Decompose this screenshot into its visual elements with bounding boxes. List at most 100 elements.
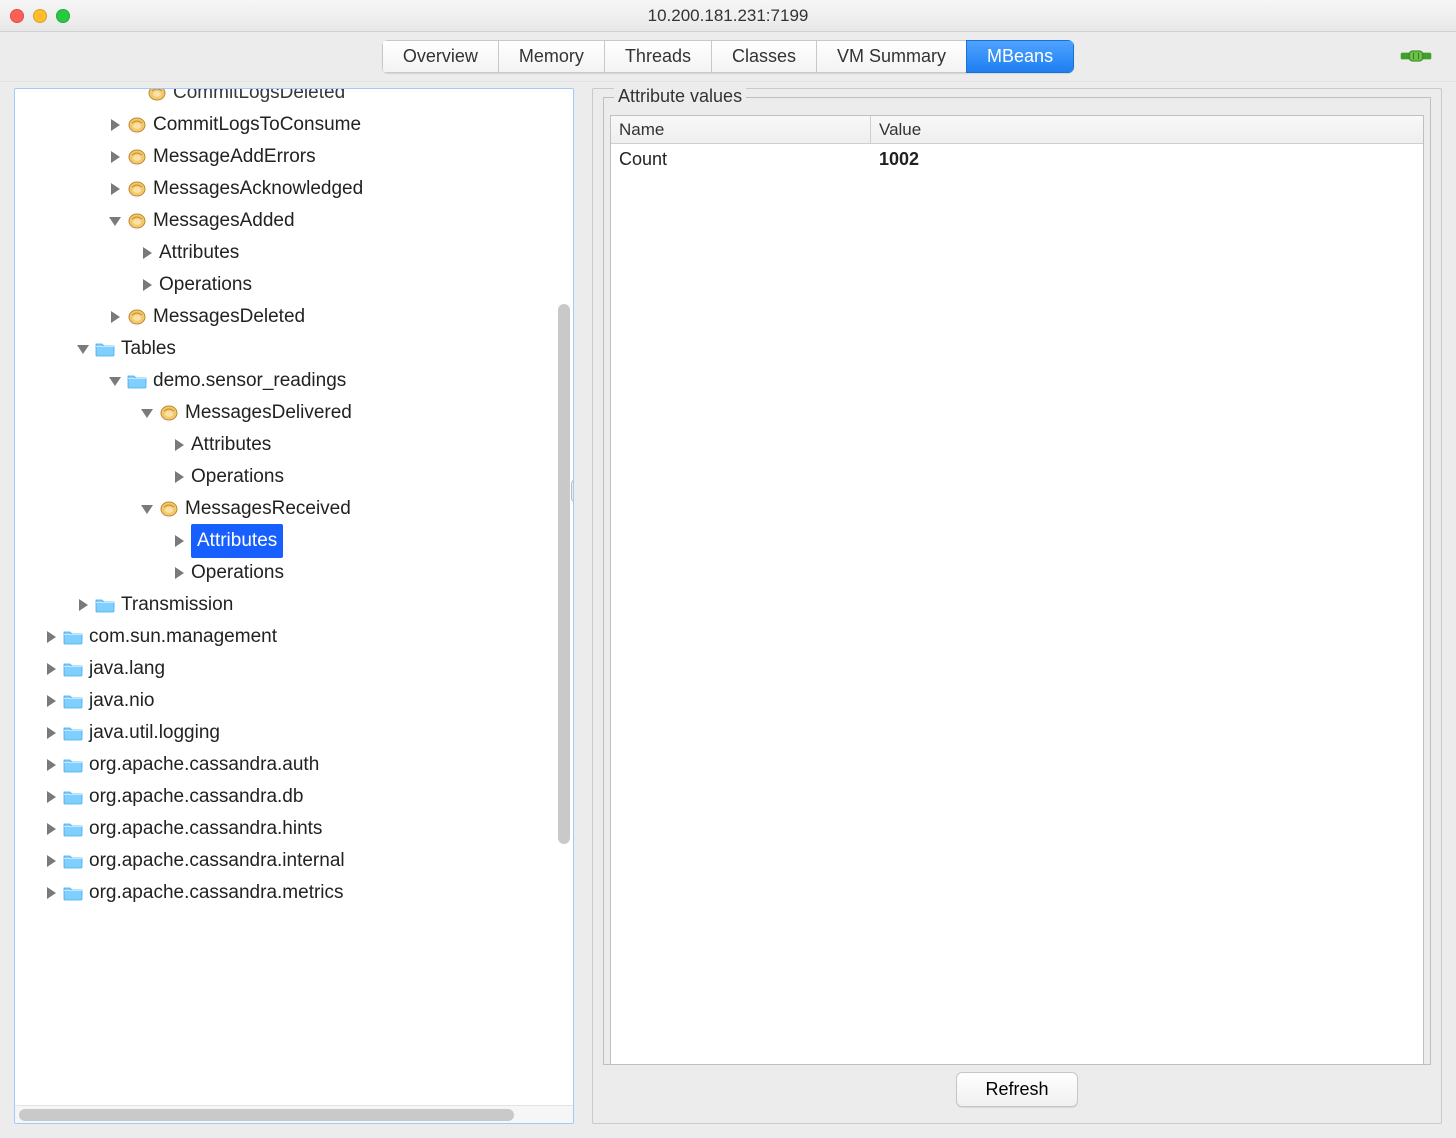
disclosure-right-icon[interactable] <box>43 725 59 741</box>
tree-node-label: MessagesDeleted <box>153 301 305 333</box>
attribute-values-fieldset: Attribute values Name Value Count1002 <box>603 97 1431 1065</box>
tree-node[interactable]: Attributes <box>15 429 573 461</box>
column-header-value[interactable]: Value <box>871 120 1423 140</box>
tab-vm-summary[interactable]: VM Summary <box>816 40 966 73</box>
tree-node[interactable]: MessagesAdded <box>15 205 573 237</box>
attribute-table-body: Count1002 <box>611 144 1423 174</box>
disclosure-down-icon[interactable] <box>139 405 155 421</box>
connection-status-icon[interactable] <box>1398 42 1434 70</box>
disclosure-right-icon[interactable] <box>43 661 59 677</box>
tab-classes[interactable]: Classes <box>711 40 816 73</box>
tree-node[interactable]: Transmission <box>15 589 573 621</box>
folder-icon <box>63 852 83 870</box>
disclosure-right-icon[interactable] <box>43 821 59 837</box>
folder-icon <box>63 884 83 902</box>
tree-node-label: java.lang <box>89 653 165 685</box>
disclosure-right-icon[interactable] <box>171 533 187 549</box>
disclosure-right-icon[interactable] <box>43 693 59 709</box>
close-window-icon[interactable] <box>10 9 24 23</box>
tree-node[interactable]: demo.sensor_readings <box>15 365 573 397</box>
column-header-name[interactable]: Name <box>611 116 871 143</box>
tree-node[interactable]: org.apache.cassandra.db <box>15 781 573 813</box>
disclosure-right-icon[interactable] <box>43 853 59 869</box>
disclosure-right-icon[interactable] <box>107 117 123 133</box>
split-divider-handle-icon[interactable] <box>571 479 573 503</box>
tab-bar: OverviewMemoryThreadsClassesVM SummaryMB… <box>0 32 1456 82</box>
disclosure-right-icon[interactable] <box>43 629 59 645</box>
tree-node[interactable]: java.lang <box>15 653 573 685</box>
tree-node[interactable]: org.apache.cassandra.auth <box>15 749 573 781</box>
tree-node[interactable]: MessagesDelivered <box>15 397 573 429</box>
tree-node-label: Attributes <box>159 237 239 269</box>
attribute-values-legend: Attribute values <box>614 86 746 107</box>
tree-scroll-area[interactable]: CommitLogsDeletedCommitLogsToConsumeMess… <box>15 89 573 1105</box>
attr-name-cell: Count <box>611 149 871 170</box>
disclosure-right-icon[interactable] <box>139 245 155 261</box>
tab-threads[interactable]: Threads <box>604 40 711 73</box>
tab-overview[interactable]: Overview <box>382 40 498 73</box>
tree-node-label: java.nio <box>89 685 155 717</box>
tree-node-label: MessagesAcknowledged <box>153 173 363 205</box>
tree-node[interactable]: Operations <box>15 461 573 493</box>
refresh-button[interactable]: Refresh <box>956 1072 1077 1107</box>
tree-node[interactable]: org.apache.cassandra.metrics <box>15 877 573 909</box>
tab-memory[interactable]: Memory <box>498 40 604 73</box>
tree-node[interactable]: MessagesAcknowledged <box>15 173 573 205</box>
minimize-window-icon[interactable] <box>33 9 47 23</box>
table-row[interactable]: Count1002 <box>611 144 1423 174</box>
tab-mbeans[interactable]: MBeans <box>966 40 1074 73</box>
tree-node[interactable]: CommitLogsToConsume <box>15 109 573 141</box>
refresh-row: Refresh <box>603 1065 1431 1113</box>
disclosure-down-icon[interactable] <box>75 341 91 357</box>
tree-node[interactable]: Operations <box>15 269 573 301</box>
tree-node[interactable]: com.sun.management <box>15 621 573 653</box>
horizontal-scrollbar-thumb[interactable] <box>19 1109 514 1121</box>
tree-node-label: Tables <box>121 333 176 365</box>
disclosure-down-icon[interactable] <box>107 373 123 389</box>
tree-node[interactable]: java.util.logging <box>15 717 573 749</box>
window-title: 10.200.181.231:7199 <box>0 6 1456 26</box>
tree-node[interactable]: java.nio <box>15 685 573 717</box>
tree-node[interactable]: Operations <box>15 557 573 589</box>
tree-node[interactable]: Attributes <box>15 237 573 269</box>
tree-node[interactable]: org.apache.cassandra.hints <box>15 813 573 845</box>
tab-group: OverviewMemoryThreadsClassesVM SummaryMB… <box>382 40 1074 73</box>
zoom-window-icon[interactable] <box>56 9 70 23</box>
tree-node-label: MessagesDelivered <box>185 397 352 429</box>
mbean-tree-panel: CommitLogsDeletedCommitLogsToConsumeMess… <box>14 88 574 1124</box>
disclosure-none <box>127 89 143 101</box>
disclosure-right-icon[interactable] <box>107 181 123 197</box>
disclosure-right-icon[interactable] <box>139 277 155 293</box>
disclosure-right-icon[interactable] <box>43 885 59 901</box>
mbean-icon <box>159 404 179 422</box>
folder-icon <box>63 788 83 806</box>
tree-node[interactable]: MessageAddErrors <box>15 141 573 173</box>
horizontal-scrollbar-track[interactable] <box>15 1105 573 1123</box>
disclosure-down-icon[interactable] <box>139 501 155 517</box>
disclosure-down-icon[interactable] <box>107 213 123 229</box>
tree-node-label: CommitLogsDeleted <box>173 89 345 109</box>
tree-node[interactable]: Attributes <box>15 525 573 557</box>
mbean-icon <box>127 116 147 134</box>
disclosure-right-icon[interactable] <box>43 789 59 805</box>
disclosure-right-icon[interactable] <box>43 757 59 773</box>
disclosure-right-icon[interactable] <box>171 565 187 581</box>
tree-node[interactable]: Tables <box>15 333 573 365</box>
disclosure-right-icon[interactable] <box>107 149 123 165</box>
tree-node[interactable]: org.apache.cassandra.internal <box>15 845 573 877</box>
tree-node-label: MessageAddErrors <box>153 141 316 173</box>
disclosure-right-icon[interactable] <box>171 437 187 453</box>
tree-node[interactable]: CommitLogsDeleted <box>15 89 573 109</box>
vertical-scrollbar[interactable] <box>558 304 570 844</box>
disclosure-right-icon[interactable] <box>107 309 123 325</box>
tree-node-label: org.apache.cassandra.internal <box>89 845 345 877</box>
attribute-table-header: Name Value <box>611 116 1423 144</box>
tree-node-label: MessagesReceived <box>185 493 351 525</box>
window-controls <box>10 9 70 23</box>
disclosure-right-icon[interactable] <box>171 469 187 485</box>
folder-icon <box>63 724 83 742</box>
disclosure-right-icon[interactable] <box>75 597 91 613</box>
mbean-icon <box>159 500 179 518</box>
tree-node[interactable]: MessagesDeleted <box>15 301 573 333</box>
tree-node[interactable]: MessagesReceived <box>15 493 573 525</box>
